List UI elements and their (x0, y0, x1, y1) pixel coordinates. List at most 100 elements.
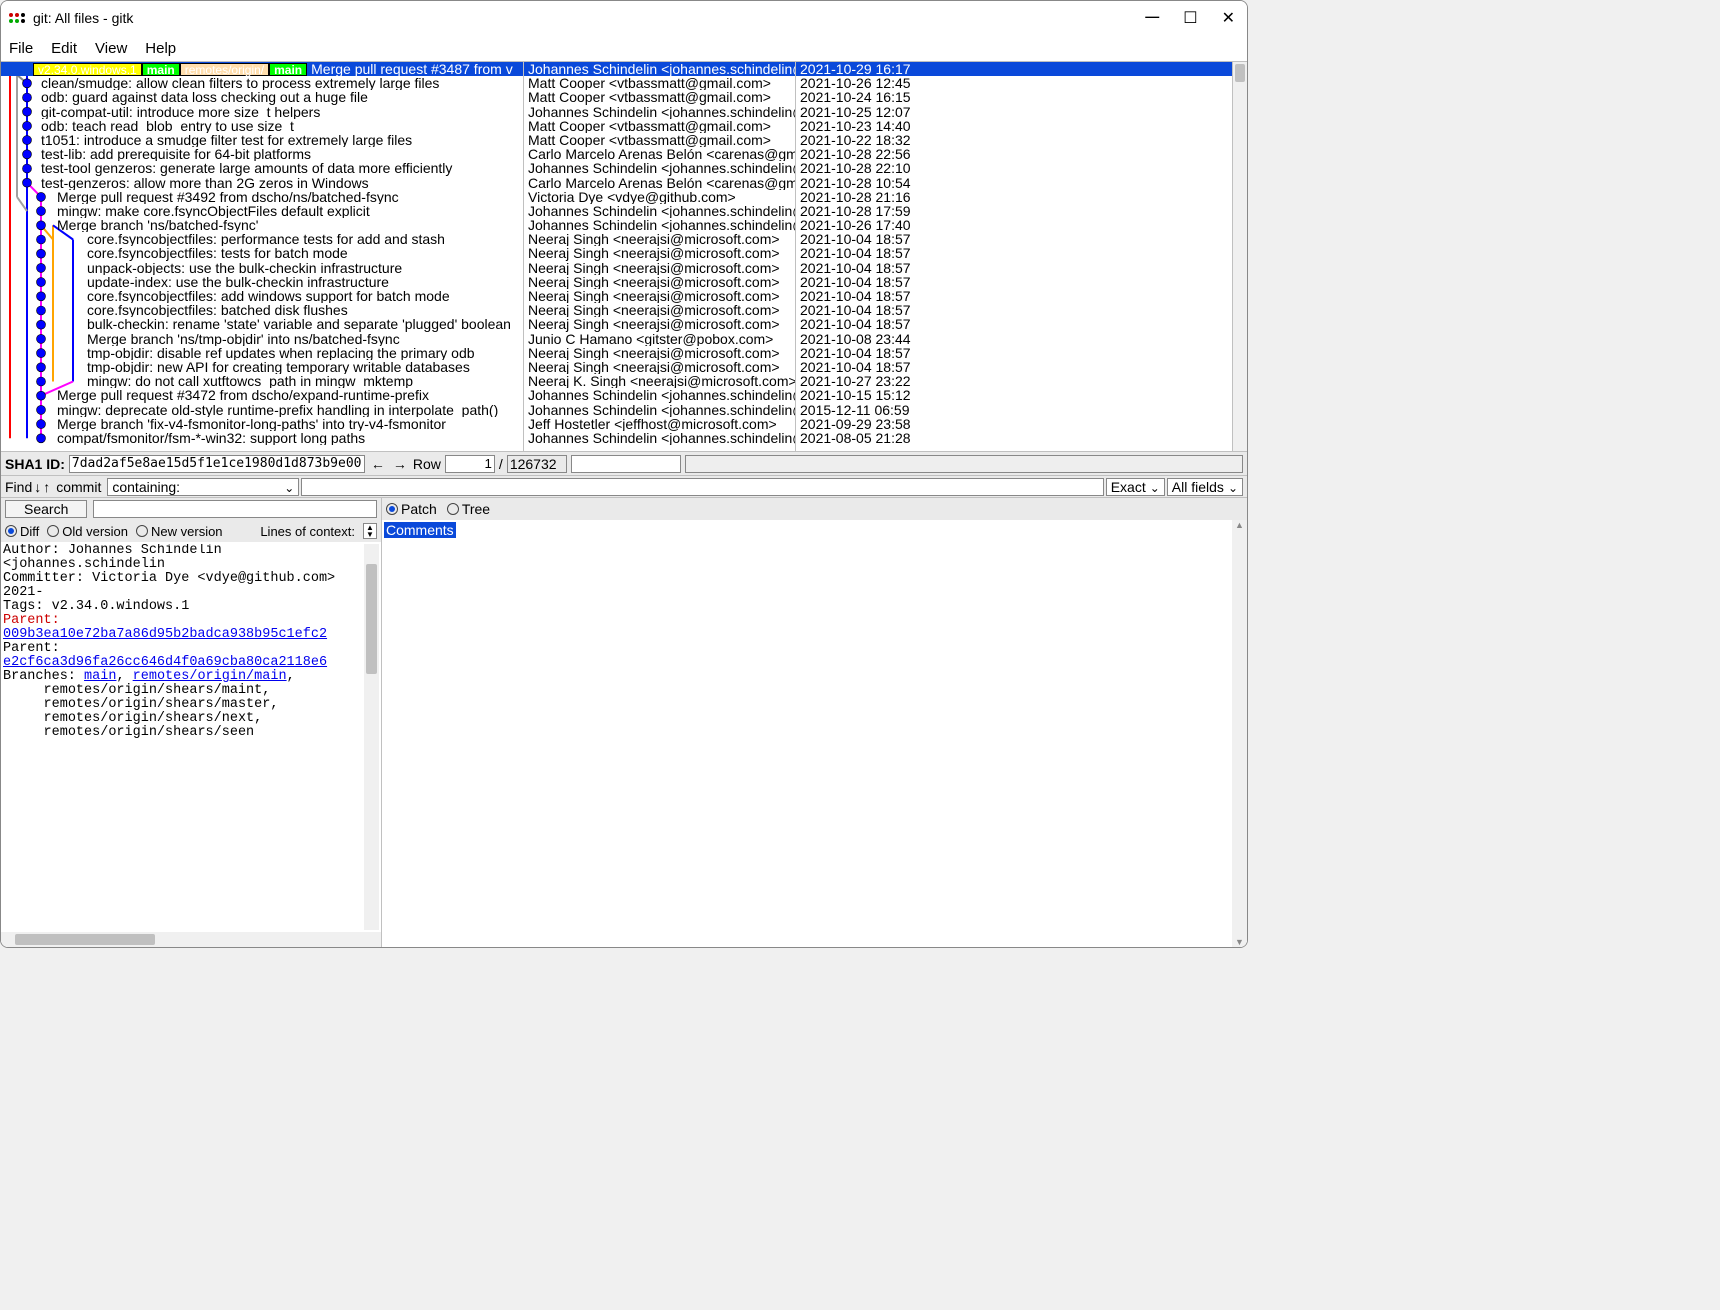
commit-row[interactable]: Merge branch 'fix-v4-fsmonitor-long-path… (1, 417, 523, 431)
commit-list[interactable]: v2.34.0.windows.1mainremotes/origin/main… (1, 61, 1247, 451)
commit-row[interactable]: test-tool genzeros: generate large amoun… (1, 161, 523, 175)
commit-row[interactable]: v2.34.0.windows.1mainremotes/origin/main… (1, 62, 523, 76)
commit-row[interactable]: Merge pull request #3472 from dscho/expa… (1, 388, 523, 402)
diff-radio[interactable]: Diff (5, 524, 39, 539)
close-button[interactable] (1222, 8, 1235, 28)
sha-field[interactable] (69, 455, 365, 473)
commit-author: Neeraj Singh <neerajsi@microsoft.com> (524, 360, 795, 374)
commit-row[interactable]: core.fsyncobjectfiles: batched disk flus… (1, 303, 523, 317)
find-next-button[interactable]: ↓ (34, 479, 41, 495)
tree-radio[interactable]: Tree (447, 501, 490, 517)
find-fields-select[interactable]: All fields (1167, 478, 1243, 496)
commit-author: Neeraj Singh <neerajsi@microsoft.com> (524, 246, 795, 260)
commit-author: Johannes Schindelin <johannes.schindelin… (524, 62, 795, 76)
sha-row-bar: SHA1 ID: ← → Row / 126732 (1, 451, 1247, 475)
commit-author: Johannes Schindelin <johannes.schindelin… (524, 105, 795, 119)
find-input[interactable] (301, 478, 1103, 496)
new-version-radio[interactable]: New version (136, 524, 223, 539)
commit-row[interactable]: update-index: use the bulk-checkin infra… (1, 275, 523, 289)
commit-row[interactable]: Merge branch 'ns/batched-fsync' (1, 218, 523, 232)
commit-row[interactable]: git-compat-util: introduce more size_t h… (1, 105, 523, 119)
commit-date: 2021-10-15 15:12 (796, 388, 1232, 402)
commit-row[interactable]: odb: guard against data loss checking ou… (1, 90, 523, 104)
commit-date: 2021-10-26 17:40 (796, 218, 1232, 232)
file-list-pane[interactable]: Comments (382, 520, 1247, 947)
menu-help[interactable]: Help (145, 40, 176, 57)
commit-subject: unpack-objects: use the bulk-checkin inf… (87, 261, 402, 275)
ref-tag[interactable]: v2.34.0.windows.1 (33, 63, 142, 76)
commit-subject: mingw: make core.fsyncObjectFiles defaul… (57, 204, 370, 218)
commit-row[interactable]: core.fsyncobjectfiles: tests for batch m… (1, 246, 523, 260)
titlebar: git: All files - gitk (1, 1, 1247, 35)
commit-row[interactable]: clean/smudge: allow clean filters to pro… (1, 76, 523, 90)
branch-remote-link[interactable]: remotes/origin/main (133, 669, 287, 684)
row-label: Row (413, 456, 441, 472)
commit-row[interactable]: Merge branch 'ns/tmp-objdir' into ns/bat… (1, 332, 523, 346)
parent2-link[interactable]: e2cf6ca3d96fa26cc646d4f0a69cba80ca2118e6 (3, 655, 327, 670)
commit-row[interactable]: tmp-objdir: disable ref updates when rep… (1, 346, 523, 360)
lines-of-context-spinner[interactable]: ▲▼ (363, 523, 377, 539)
commit-author: Junio C Hamano <gitster@pobox.com> (524, 332, 795, 346)
commit-row[interactable]: Merge pull request #3492 from dscho/ns/b… (1, 190, 523, 204)
file-list-scrollbar[interactable] (1232, 520, 1247, 947)
menu-view[interactable]: View (95, 40, 127, 57)
commit-subject: update-index: use the bulk-checkin infra… (87, 275, 389, 289)
search-button[interactable]: Search (5, 500, 87, 518)
find-label: Find (5, 479, 32, 495)
row-total: 126732 (507, 455, 567, 473)
commit-subject: mingw: do not call xutftowcs_path in min… (87, 374, 413, 388)
commit-date: 2015-12-11 06:59 (796, 403, 1232, 417)
commit-date: 2021-10-23 14:40 (796, 119, 1232, 133)
app-icon (9, 13, 25, 23)
sha-blank-field[interactable] (571, 455, 681, 473)
patch-radio[interactable]: Patch (386, 501, 437, 517)
commit-row[interactable]: odb: teach read_blob_entry to use size_t (1, 119, 523, 133)
menu-edit[interactable]: Edit (51, 40, 77, 57)
commit-row[interactable]: test-genzeros: allow more than 2G zeros … (1, 176, 523, 190)
commit-author: Neeraj K. Singh <neerajsi@microsoft.com> (524, 374, 795, 388)
commit-subject: tmp-objdir: disable ref updates when rep… (87, 346, 475, 360)
commit-author: Neeraj Singh <neerajsi@microsoft.com> (524, 232, 795, 246)
commit-date: 2021-10-28 21:16 (796, 190, 1232, 204)
commit-row[interactable]: bulk-checkin: rename 'state' variable an… (1, 317, 523, 331)
maximize-button[interactable] (1183, 8, 1197, 28)
find-bar: Find ↓ ↑ commit containing: Exact All fi… (1, 475, 1247, 497)
find-match-select[interactable]: Exact (1106, 478, 1165, 496)
commit-detail-pane[interactable]: Author: Johannes Schindelin <johannes.sc… (1, 542, 381, 932)
nav-forward-button[interactable]: → (391, 456, 409, 472)
menu-file[interactable]: File (9, 40, 33, 57)
commit-author: Carlo Marcelo Arenas Belón <carenas@gmai… (524, 147, 795, 161)
commit-row[interactable]: core.fsyncobjectfiles: performance tests… (1, 232, 523, 246)
search-input[interactable] (93, 500, 377, 518)
commit-row[interactable]: mingw: deprecate old-style runtime-prefi… (1, 403, 523, 417)
ref-tag[interactable]: main (142, 63, 180, 76)
commit-row[interactable]: test-lib: add prerequisite for 64-bit pl… (1, 147, 523, 161)
commit-row[interactable]: unpack-objects: use the bulk-checkin inf… (1, 261, 523, 275)
row-number-field[interactable] (445, 455, 495, 473)
parent1-link[interactable]: 009b3ea10e72ba7a86d95b2badca938b95c1efc2 (3, 627, 327, 642)
commit-row[interactable]: t1051: introduce a smudge filter test fo… (1, 133, 523, 147)
commit-row[interactable]: mingw: do not call xutftowcs_path in min… (1, 374, 523, 388)
find-mode-select[interactable]: containing: (107, 478, 299, 496)
detail-scrollbar-v[interactable] (364, 544, 379, 930)
detail-left-pane: Search Diff Old version New version Line… (1, 498, 381, 947)
commit-row[interactable]: mingw: make core.fsyncObjectFiles defaul… (1, 204, 523, 218)
old-version-radio[interactable]: Old version (47, 524, 128, 539)
nav-back-button[interactable]: ← (369, 456, 387, 472)
commit-row[interactable]: tmp-objdir: new API for creating tempora… (1, 360, 523, 374)
commit-date: 2021-10-28 17:59 (796, 204, 1232, 218)
commit-row[interactable]: core.fsyncobjectfiles: add windows suppo… (1, 289, 523, 303)
commit-subject: clean/smudge: allow clean filters to pro… (41, 76, 439, 90)
commit-subject: core.fsyncobjectfiles: add windows suppo… (87, 289, 450, 303)
detail-scrollbar-h[interactable] (1, 932, 381, 947)
commit-author-column: Johannes Schindelin <johannes.schindelin… (524, 62, 796, 451)
commit-row[interactable]: compat/fsmonitor/fsm-*-win32: support lo… (1, 431, 523, 445)
comments-item[interactable]: Comments (384, 522, 456, 538)
minimize-button[interactable] (1145, 8, 1159, 28)
commit-scrollbar[interactable] (1232, 62, 1247, 451)
commit-subject: Merge pull request #3492 from dscho/ns/b… (57, 190, 399, 204)
ref-tag[interactable]: remotes/origin/ (180, 63, 269, 76)
branch-main-link[interactable]: main (84, 669, 116, 684)
find-prev-button[interactable]: ↑ (43, 479, 50, 495)
ref-tag[interactable]: main (269, 63, 307, 76)
